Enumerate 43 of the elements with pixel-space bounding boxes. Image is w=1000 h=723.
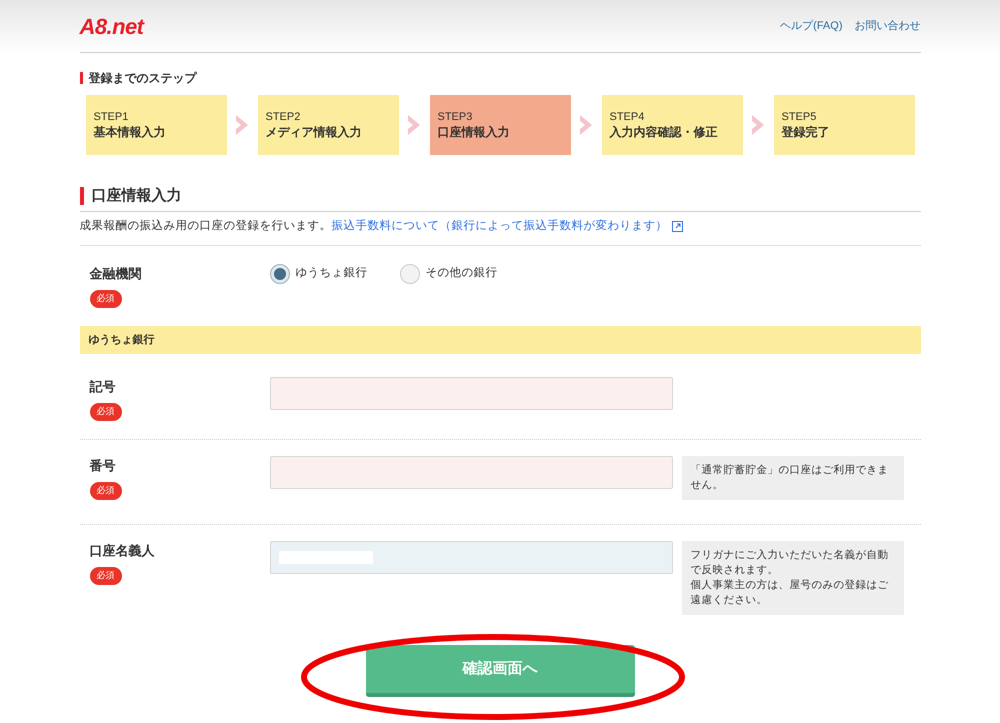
step-label: STEP4	[610, 111, 646, 125]
field-label: 番号	[90, 456, 116, 475]
radio-button[interactable]	[400, 264, 420, 284]
note-text: 個人事業主の方は、屋号のみの登録はご遠慮ください。	[690, 578, 890, 608]
title-bar-mark	[80, 72, 82, 84]
steps-title: 登録までのステップ	[88, 70, 196, 87]
logo[interactable]: A8.net	[80, 10, 144, 42]
step-title: メディア情報入力	[266, 124, 362, 140]
step-title: 入力内容確認・修正	[610, 124, 718, 140]
step-label: STEP2	[266, 111, 302, 125]
required-tag: 必須	[90, 403, 122, 421]
header-link[interactable]: ヘルプ(FAQ)	[780, 18, 842, 34]
step-title: 口座情報入力	[438, 124, 510, 140]
step-title: 基本情報入力	[94, 124, 166, 140]
input-field[interactable]	[270, 456, 672, 489]
note-text: フリガナにご入力いただいた名義が自動で反映されます。	[690, 548, 890, 578]
radio-button[interactable]	[270, 264, 290, 284]
intro-text: 成果報酬の振込み用の口座の登録を行います。	[80, 218, 332, 234]
chevron-icon	[406, 114, 422, 136]
step-label: STEP1	[94, 111, 130, 125]
subheader: ゆうちょ銀行	[80, 326, 920, 354]
title-bar-mark	[80, 187, 84, 206]
header-link[interactable]: お問い合わせ	[854, 18, 920, 34]
required-tag: 必須	[90, 290, 122, 308]
input-field[interactable]	[270, 540, 672, 574]
field-label: 記号	[90, 378, 116, 396]
external-link-icon	[672, 220, 682, 232]
note-text: 「通常貯蓄貯金」の口座はご利用できません。	[690, 462, 890, 493]
required-tag: 必須	[90, 567, 122, 585]
radio-label: ゆうちょ銀行	[296, 266, 368, 282]
field-label: 金融機関	[90, 264, 142, 283]
field-label: 口座名義人	[90, 542, 154, 560]
step-label: STEP3	[438, 111, 474, 125]
section-title: 口座情報入力	[92, 186, 182, 206]
chevron-icon	[578, 114, 594, 136]
fee-link[interactable]: 振込手数料について（銀行によって振込手数料が変わります）	[332, 218, 668, 235]
chevron-icon	[750, 114, 766, 136]
required-tag: 必須	[90, 482, 122, 500]
step-title: 登録完了	[782, 124, 830, 140]
radio-label: その他の銀行	[426, 266, 498, 282]
step-label: STEP5	[782, 111, 818, 125]
chevron-icon	[234, 114, 250, 136]
input-field[interactable]	[270, 376, 672, 410]
